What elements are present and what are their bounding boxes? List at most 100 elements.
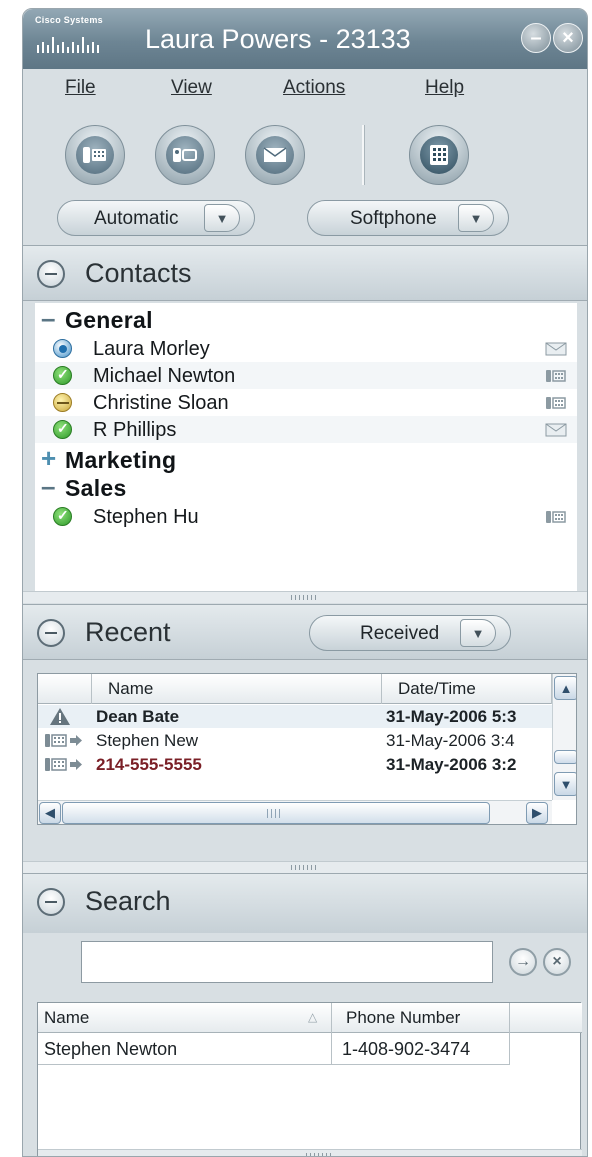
contact-name: Christine Sloan <box>93 392 229 414</box>
result-name: Stephen Newton <box>38 1033 332 1065</box>
group-sales-label: Sales <box>65 475 127 501</box>
scroll-right-icon[interactable]: ▶ <box>526 802 548 824</box>
recent-row[interactable]: 214-555-5555 31-May-2006 3:2 <box>38 753 552 776</box>
mode-selector[interactable]: Automatic ▼ <box>57 200 255 236</box>
close-icon[interactable]: × <box>553 23 583 53</box>
softphone-window: Cisco Systems Laura Powers - 23133 – × F… <box>22 8 588 1157</box>
recent-calls-table: Name Date/Time Dean Bate 31-May-2006 5:3… <box>37 673 577 825</box>
name-column-label: Name <box>44 1008 90 1027</box>
scroll-down-icon[interactable]: ▼ <box>554 772 576 796</box>
group-marketing-label: Marketing <box>65 447 177 473</box>
search-results-table: Name △ Phone Number Stephen Newton 1-408… <box>37 1002 582 1156</box>
group-general[interactable]: – General <box>35 305 577 333</box>
mail-icon[interactable] <box>545 342 567 356</box>
menu-help-label: Help <box>425 77 465 98</box>
clear-icon[interactable]: × <box>543 948 571 976</box>
menu-view-label: View <box>171 77 212 98</box>
device-selector[interactable]: Softphone ▼ <box>307 200 509 236</box>
contact-r-phillips[interactable]: R Phillips <box>35 416 577 443</box>
collapse-icon[interactable] <box>37 888 65 916</box>
menu-actions-label: Actions <box>283 77 346 98</box>
phone-icon[interactable] <box>545 396 567 410</box>
vertical-scroll-thumb[interactable] <box>554 750 576 764</box>
search-header: Search <box>23 873 587 933</box>
search-result-row[interactable]: Stephen Newton 1-408-902-3474 <box>38 1033 582 1065</box>
search-input[interactable] <box>81 941 493 983</box>
recent-name: Stephen New <box>96 731 199 750</box>
title-bar[interactable]: Cisco Systems Laura Powers - 23133 – × <box>23 9 587 69</box>
search-title: Search <box>85 886 171 916</box>
cisco-logo: Cisco Systems <box>35 15 131 61</box>
contacts-title: Contacts <box>85 258 192 288</box>
contact-laura-morley[interactable]: Laura Morley <box>35 335 577 362</box>
recent-filter-selector[interactable]: Received ▼ <box>309 615 511 651</box>
menu-help[interactable]: Help <box>425 77 464 99</box>
recent-row[interactable]: Stephen New 31-May-2006 3:4 <box>38 729 552 752</box>
search-table-header: Name △ Phone Number <box>38 1003 582 1033</box>
mail-icon[interactable] <box>545 423 567 437</box>
video-button[interactable] <box>155 125 215 185</box>
status-online-icon <box>53 507 72 526</box>
minimize-icon[interactable]: – <box>521 23 551 53</box>
brand-text: Cisco Systems <box>35 15 103 25</box>
recent-name: Dean Bate <box>96 707 180 726</box>
group-sales[interactable]: – Sales <box>35 473 577 501</box>
deskphone-button[interactable] <box>65 125 125 185</box>
contacts-list: – General Laura Morley Michael Newton Ch… <box>35 303 577 591</box>
contact-name: R Phillips <box>93 419 177 441</box>
arrow-right-icon[interactable]: → <box>509 948 537 976</box>
group-collapse-icon[interactable]: – <box>41 305 55 331</box>
status-available-icon <box>53 339 72 358</box>
envelope-icon <box>263 147 287 162</box>
recent-row[interactable]: Dean Bate 31-May-2006 5:3 <box>38 705 552 728</box>
chevron-down-icon[interactable]: ▼ <box>204 204 240 232</box>
recent-horizontal-scrollbar[interactable]: ◀ ▶ <box>38 800 552 824</box>
mode-selector-label: Automatic <box>94 208 179 229</box>
window-title: Laura Powers - 23133 <box>145 24 411 54</box>
incoming-call-icon <box>45 734 82 747</box>
recent-filter-label: Received <box>360 623 440 644</box>
contact-stephen-hu[interactable]: Stephen Hu <box>35 503 577 530</box>
menu-file[interactable]: File <box>65 77 96 99</box>
recent-vertical-scrollbar[interactable]: ▲ ▼ <box>552 674 576 800</box>
menu-actions[interactable]: Actions <box>283 77 345 99</box>
horizontal-scroll-thumb[interactable] <box>62 802 490 824</box>
missed-call-warning-icon <box>50 708 70 725</box>
toolbar-separator <box>362 125 365 185</box>
collapse-icon[interactable] <box>37 260 65 288</box>
phone-column-header[interactable]: Phone Number <box>332 1003 510 1033</box>
group-collapse-icon[interactable]: – <box>41 473 55 499</box>
voicemail-button[interactable] <box>245 125 305 185</box>
menu-view[interactable]: View <box>171 77 212 99</box>
recent-title: Recent <box>85 617 171 647</box>
recent-name: 214-555-5555 <box>96 755 202 774</box>
contacts-header: Contacts <box>23 245 587 301</box>
status-online-icon <box>53 420 72 439</box>
phone-icon[interactable] <box>545 510 567 524</box>
menu-bar: File View Actions Help <box>23 69 587 109</box>
scroll-left-icon[interactable]: ◀ <box>39 802 61 824</box>
group-marketing[interactable]: + Marketing <box>35 445 577 473</box>
name-column-header[interactable]: Name <box>92 674 382 704</box>
name-column-header[interactable]: Name △ <box>38 1003 332 1033</box>
sort-ascending-icon: △ <box>308 1010 318 1024</box>
chevron-down-icon[interactable]: ▼ <box>458 204 494 232</box>
scroll-up-icon[interactable]: ▲ <box>554 676 576 700</box>
contact-michael-newton[interactable]: Michael Newton <box>35 362 577 389</box>
group-expand-icon[interactable]: + <box>41 445 56 471</box>
type-column-header[interactable] <box>38 674 92 704</box>
dialpad-button[interactable] <box>409 125 469 185</box>
chevron-down-icon[interactable]: ▼ <box>460 619 496 647</box>
contacts-splitter[interactable] <box>23 591 587 603</box>
datetime-column-header[interactable]: Date/Time <box>382 674 552 704</box>
contact-name: Laura Morley <box>93 338 210 360</box>
collapse-icon[interactable] <box>37 619 65 647</box>
phone-icon[interactable] <box>545 369 567 383</box>
recent-datetime: 31-May-2006 3:4 <box>386 731 515 750</box>
search-splitter[interactable] <box>38 1149 582 1156</box>
recent-splitter[interactable] <box>23 861 587 873</box>
contact-christine-sloan[interactable]: Christine Sloan <box>35 389 577 416</box>
recent-datetime: 31-May-2006 5:3 <box>386 707 517 726</box>
incoming-call-icon <box>45 758 82 771</box>
menu-file-label: File <box>65 77 96 98</box>
